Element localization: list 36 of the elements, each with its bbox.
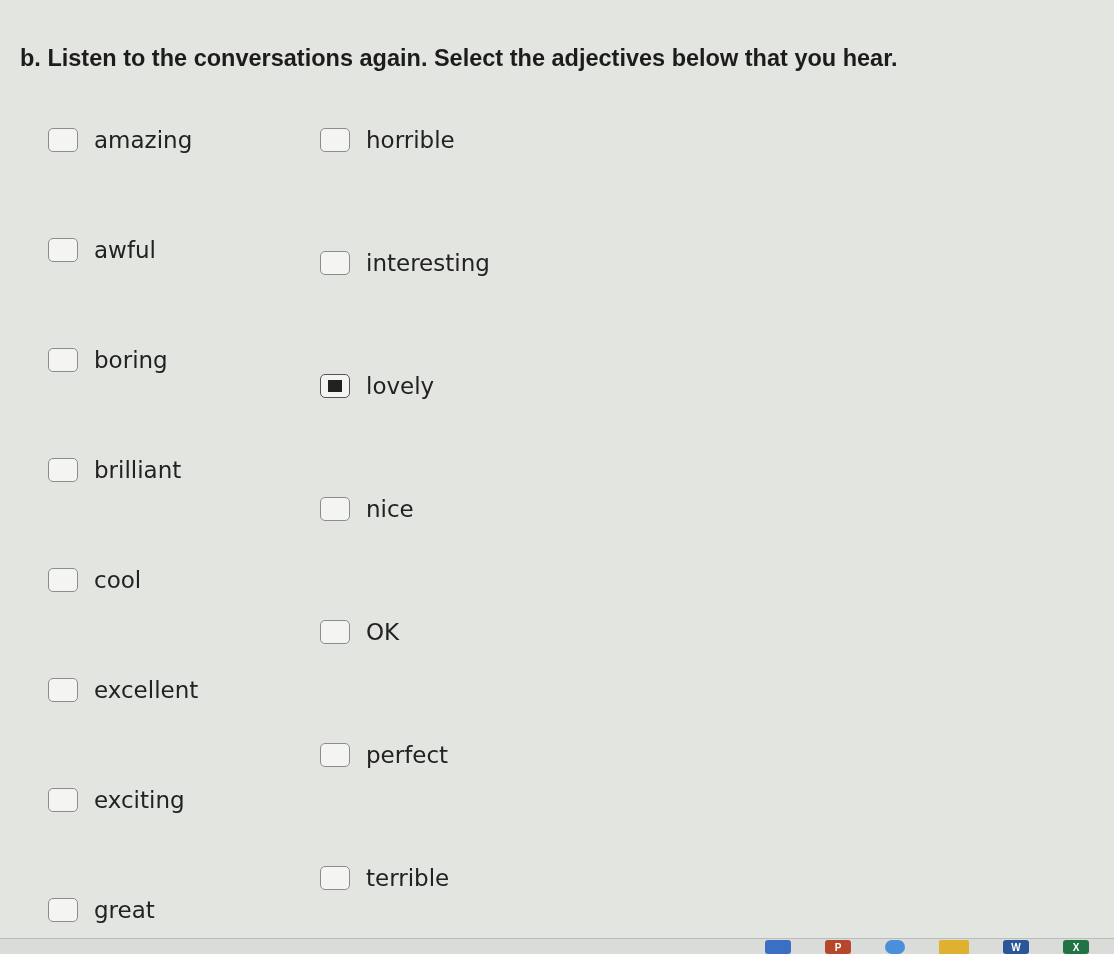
option-label: great: [94, 896, 155, 925]
circle-app-icon[interactable]: [885, 940, 905, 954]
option-label: cool: [94, 566, 142, 595]
option-label: exciting: [94, 786, 185, 815]
checkbox[interactable]: [320, 866, 350, 890]
checkbox[interactable]: [320, 497, 350, 521]
option-label: excellent: [94, 676, 199, 705]
option-label: OK: [366, 618, 400, 647]
checkbox[interactable]: [320, 251, 350, 275]
option-label: brilliant: [94, 456, 182, 485]
option-label: boring: [94, 346, 168, 375]
instruction-text: b. Listen to the conversations again. Select the adjectives below that you hear.: [20, 44, 898, 73]
option-label: terrible: [366, 864, 450, 893]
checkbox[interactable]: [48, 238, 78, 262]
checkbox[interactable]: [48, 898, 78, 922]
checkbox[interactable]: [320, 743, 350, 767]
app-icon[interactable]: X: [1063, 940, 1089, 954]
option-label: lovely: [366, 372, 435, 401]
option-label: interesting: [366, 249, 490, 278]
app-icon[interactable]: P: [825, 940, 851, 954]
option-label: nice: [366, 495, 414, 524]
option-label: horrible: [366, 126, 455, 155]
option-label: perfect: [366, 741, 449, 770]
option-label: amazing: [94, 126, 193, 155]
option-label: awful: [94, 236, 156, 265]
checkbox[interactable]: [48, 568, 78, 592]
checkbox[interactable]: [320, 128, 350, 152]
checkbox[interactable]: [48, 678, 78, 702]
checkbox[interactable]: [320, 620, 350, 644]
checkbox[interactable]: [48, 788, 78, 812]
checkbox[interactable]: [48, 348, 78, 372]
app-icon[interactable]: W: [1003, 940, 1029, 954]
checkbox[interactable]: [320, 374, 350, 398]
checkbox[interactable]: [48, 458, 78, 482]
app-tile-icon[interactable]: [765, 940, 791, 954]
checkbox[interactable]: [48, 128, 78, 152]
